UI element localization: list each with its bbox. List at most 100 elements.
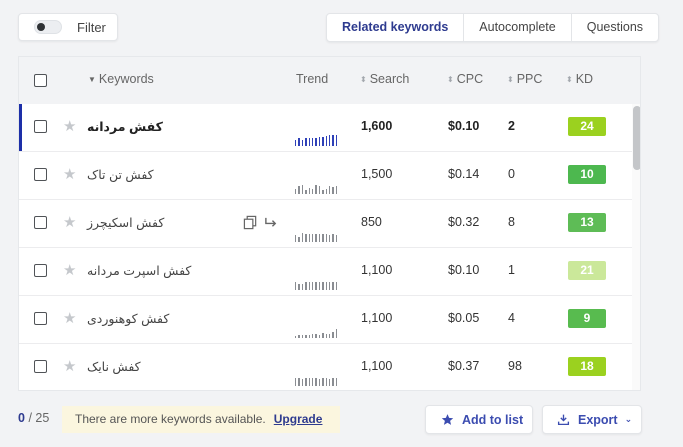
trend-bar — [311, 378, 314, 386]
total-count: / 25 — [28, 411, 50, 425]
keyword-text[interactable]: کفش نایک — [87, 359, 141, 374]
row-checkbox[interactable] — [34, 120, 47, 133]
trend-bar — [332, 135, 334, 146]
table-row[interactable]: ★ کفش تن تاک 1,500 $0.14 0 10 — [19, 152, 632, 200]
trend-bar — [305, 190, 307, 194]
selected-count: 0 — [18, 411, 25, 425]
trend-bar — [322, 282, 324, 290]
trend-bar — [301, 379, 304, 386]
keyword-text[interactable]: کفش کوهنوردی — [87, 311, 169, 326]
trend-sparkline — [295, 369, 338, 386]
trend-sparkline — [295, 129, 338, 146]
header-ppc-label: PPC — [516, 72, 543, 86]
tab-questions[interactable]: Questions — [572, 14, 658, 41]
trend-bar — [311, 282, 314, 290]
trend-bar — [298, 284, 300, 290]
header-search[interactable]: ⬍ Search — [360, 72, 409, 86]
trend-sparkline — [295, 225, 338, 242]
trend-bar — [315, 234, 317, 242]
keyword-text[interactable]: کفش اسکیچرز — [87, 215, 164, 230]
star-icon[interactable]: ★ — [63, 261, 76, 279]
table-row[interactable]: ★ کفش مردانه 1,600 $0.10 2 24 — [19, 104, 632, 152]
arrow-right-icon[interactable] — [264, 215, 280, 231]
star-icon[interactable]: ★ — [63, 357, 76, 375]
table-row[interactable]: ★ کفش اسکیچرز 850 $0.32 8 13 — [19, 200, 632, 248]
add-to-list-button[interactable]: Add to list — [425, 405, 533, 434]
trend-bar — [298, 335, 300, 338]
header-ppc[interactable]: ⬍ PPC — [507, 72, 542, 86]
search-volume: 1,600 — [361, 119, 393, 133]
filter-label: Filter — [77, 19, 106, 35]
trend-bar — [305, 378, 307, 386]
keyword-tabs: Related keywords Autocomplete Questions — [326, 13, 660, 42]
cpc-value: $0.05 — [448, 311, 480, 325]
trend-bar — [335, 329, 338, 338]
row-checkbox[interactable] — [34, 360, 47, 373]
trend-sparkline — [295, 321, 338, 338]
sort-desc-icon: ▼ — [88, 75, 96, 84]
keywords-table: ▼ Keywords Trend ⬍ Search ⬍ CPC ⬍ PPC ⬍ KD ★ ک… — [18, 56, 641, 391]
star-icon[interactable]: ★ — [63, 117, 76, 135]
trend-bar — [322, 333, 324, 338]
row-checkbox[interactable] — [34, 312, 47, 325]
trend-bar — [332, 187, 334, 194]
trend-bar — [328, 186, 331, 194]
select-all-checkbox[interactable] — [34, 74, 47, 87]
trend-bar — [301, 233, 304, 242]
trend-bar — [328, 379, 331, 386]
tab-autocomplete[interactable]: Autocomplete — [464, 14, 572, 41]
notice-text: There are more keywords available. — [75, 412, 266, 426]
trend-sparkline — [295, 273, 338, 290]
trend-bar — [311, 334, 314, 338]
filter-toggle-switch[interactable] — [34, 20, 62, 34]
row-checkbox[interactable] — [34, 168, 47, 181]
trend-bar — [325, 282, 327, 290]
trend-bar — [322, 378, 324, 386]
copy-icon[interactable] — [243, 215, 259, 231]
row-checkbox[interactable] — [34, 216, 47, 229]
cpc-value: $0.14 — [448, 167, 480, 181]
sort-icon: ⬍ — [507, 75, 514, 84]
trend-bar — [305, 138, 307, 146]
table-scrollbar[interactable] — [632, 104, 640, 390]
upgrade-link[interactable]: Upgrade — [274, 412, 323, 426]
sort-icon: ⬍ — [360, 75, 367, 84]
trend-bar — [315, 185, 317, 194]
row-checkbox[interactable] — [34, 264, 47, 277]
trend-bar — [318, 137, 321, 146]
ppc-value: 4 — [508, 311, 515, 325]
header-kd-label: KD — [575, 72, 594, 86]
trend-bar — [305, 335, 307, 338]
trend-bar — [335, 235, 338, 242]
ppc-value: 8 — [508, 215, 515, 229]
trend-bar — [328, 282, 331, 290]
trend-bar — [295, 282, 297, 290]
keyword-text[interactable]: کفش تن تاک — [87, 167, 154, 182]
trend-bar — [295, 235, 297, 242]
trend-bar — [295, 378, 297, 386]
header-search-label: Search — [369, 72, 410, 86]
table-row[interactable]: ★ کفش اسپرت مردانه 1,100 $0.10 1 21 — [19, 248, 632, 296]
add-to-list-label: Add to list — [462, 412, 524, 427]
trend-bar — [298, 138, 300, 146]
table-row[interactable]: ★ کفش نایک 1,100 $0.37 98 18 — [19, 344, 632, 390]
star-icon[interactable]: ★ — [63, 309, 76, 327]
cpc-value: $0.32 — [448, 215, 480, 229]
star-icon[interactable]: ★ — [63, 213, 76, 231]
table-row[interactable]: ★ کفش کوهنوردی 1,100 $0.05 4 9 — [19, 296, 632, 344]
filter-toggle-button[interactable]: Filter — [18, 13, 118, 41]
sort-icon: ⬍ — [566, 75, 573, 84]
trend-bar — [295, 336, 297, 338]
header-cpc[interactable]: ⬍ CPC — [447, 72, 483, 86]
header-kd[interactable]: ⬍ KD — [566, 72, 593, 86]
scrollbar-thumb[interactable] — [633, 106, 640, 170]
keyword-text[interactable]: کفش مردانه — [87, 119, 163, 134]
search-volume: 1,100 — [361, 263, 393, 277]
tab-related-keywords[interactable]: Related keywords — [327, 14, 465, 41]
cpc-value: $0.10 — [448, 263, 480, 277]
header-keywords[interactable]: ▼ Keywords — [88, 72, 154, 86]
export-button[interactable]: Export ⌄ — [542, 405, 642, 434]
trend-bar — [322, 137, 324, 146]
star-icon[interactable]: ★ — [63, 165, 76, 183]
keyword-text[interactable]: کفش اسپرت مردانه — [87, 263, 191, 278]
